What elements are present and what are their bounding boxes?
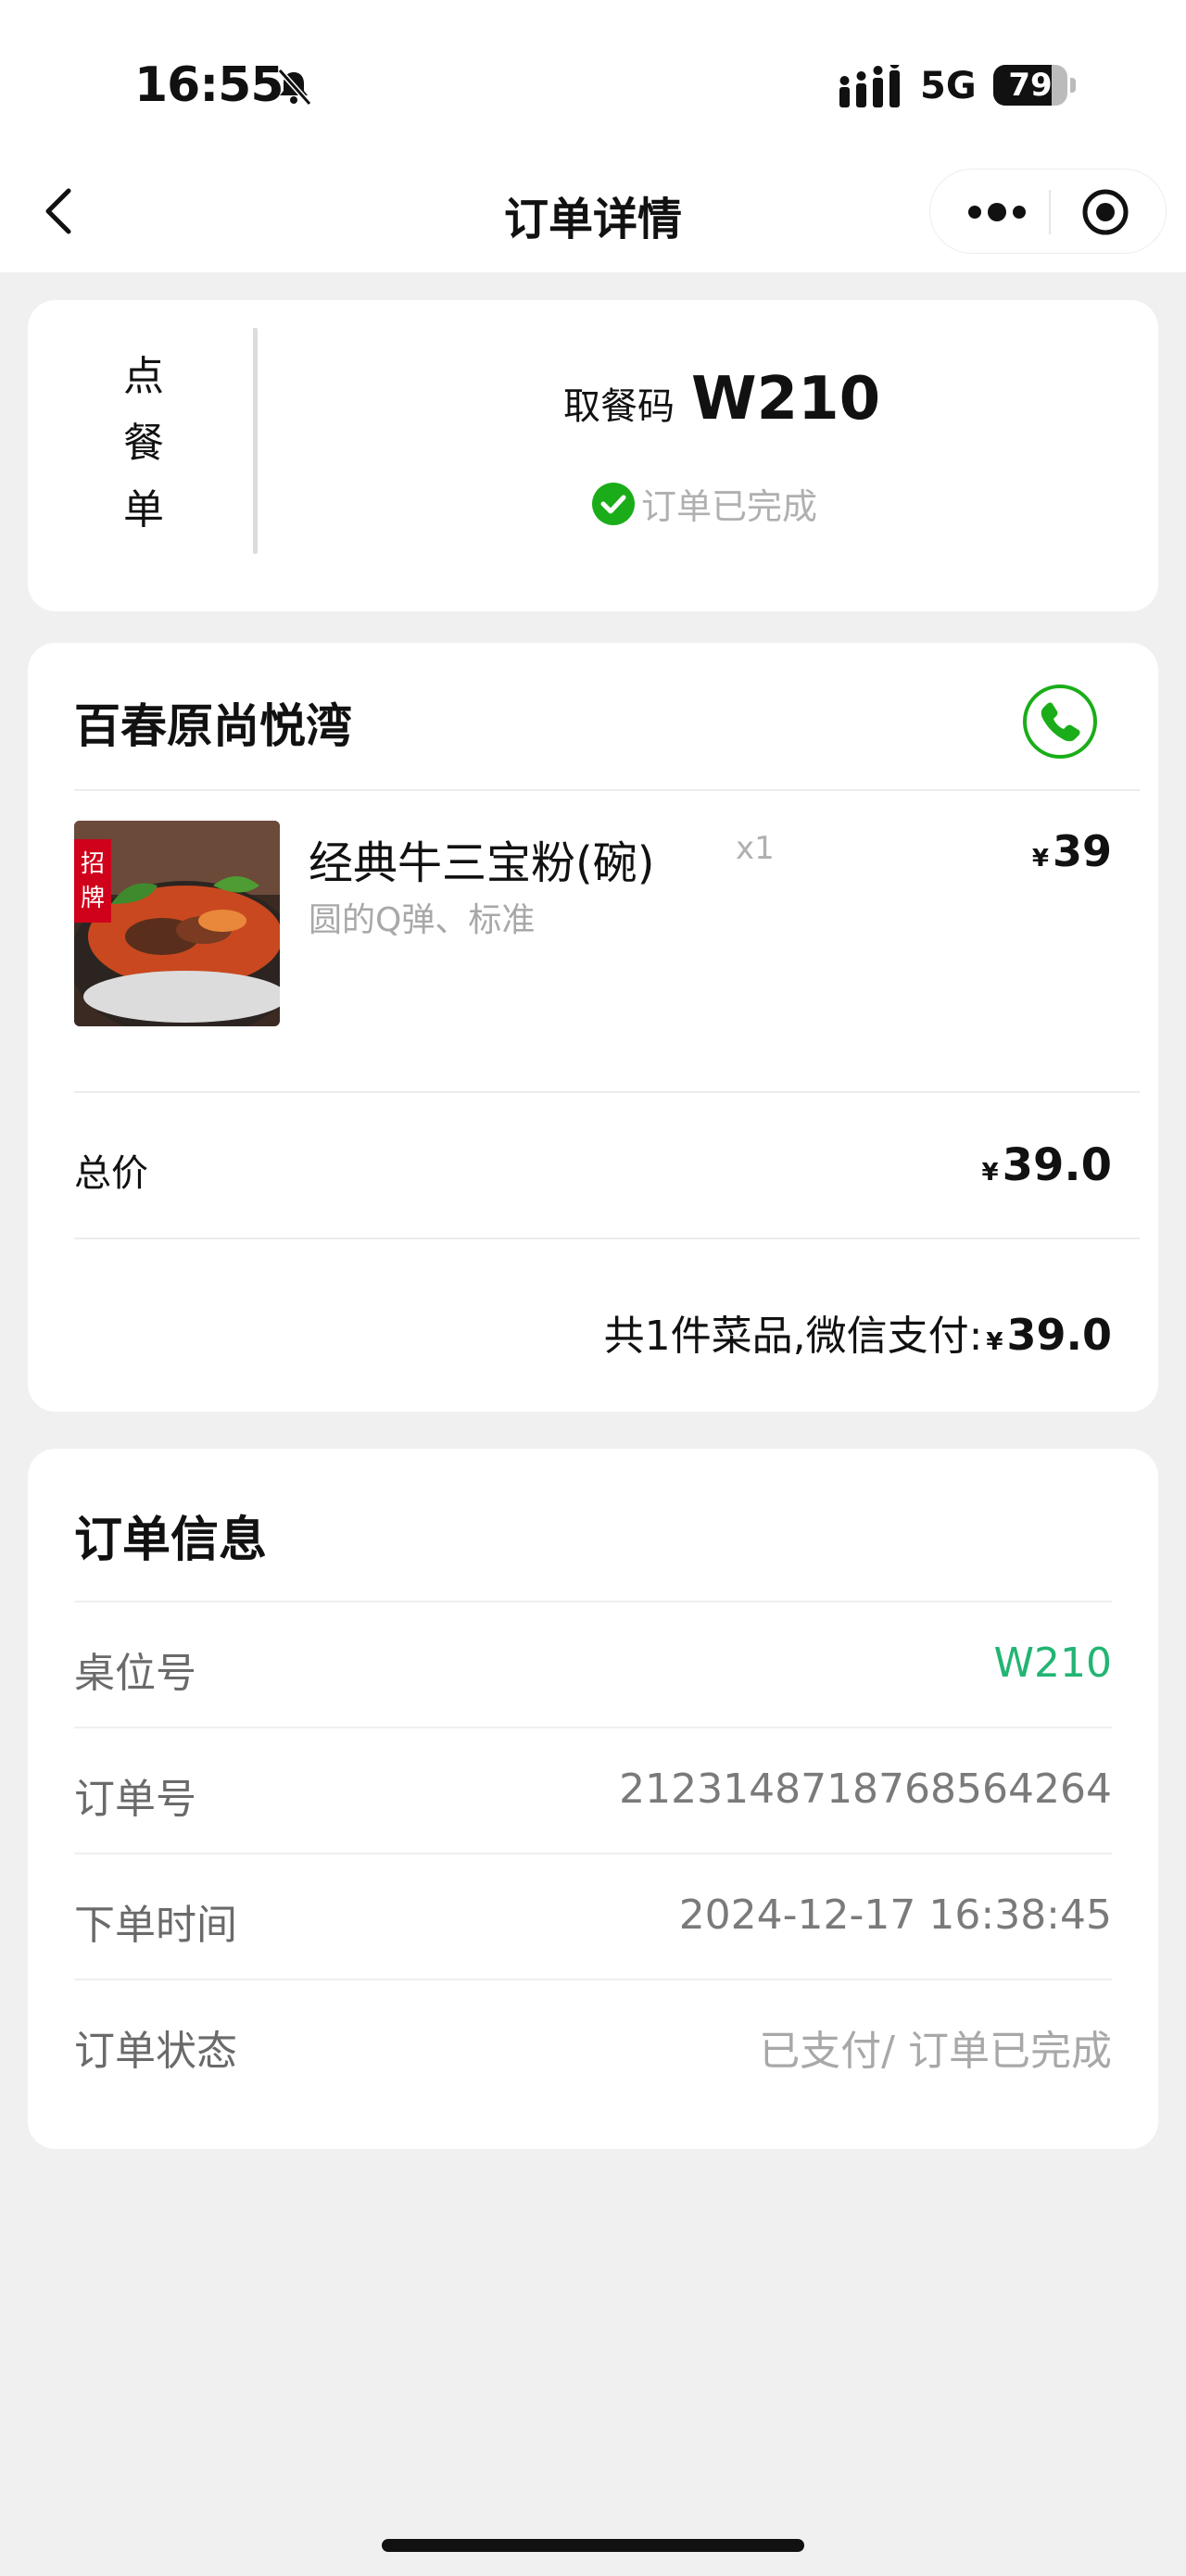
dish-badge-char: 牌 <box>81 885 105 912</box>
info-row-order-number: 订单号 2123148718768564264 <box>74 1727 1112 1853</box>
info-value: W210 <box>993 1640 1113 1687</box>
pickup-code-value: W210 <box>691 365 881 434</box>
network-label: 5G <box>920 65 977 107</box>
shop-card: 百春原尚悦湾 招 牌 经典牛三宝粉(碗) x1 圆的Q弹、标准 ¥ 39 总价 … <box>28 643 1158 1412</box>
dish-price: ¥ 39 <box>1032 826 1112 876</box>
info-label: 下单时间 <box>74 1902 237 1949</box>
bell-mute-icon <box>277 69 312 106</box>
currency-symbol: ¥ <box>981 1159 999 1187</box>
page-title: 订单详情 <box>503 194 682 245</box>
battery-icon: 79 <box>993 65 1077 106</box>
check-circle-icon <box>592 482 635 525</box>
payment-summary: 共1件菜品,微信支付: ¥ 39.0 <box>604 1302 1112 1362</box>
currency-symbol: ¥ <box>1031 845 1049 873</box>
info-value: 已支付/ 订单已完成 <box>759 2028 1112 2075</box>
info-row-order-status: 订单状态 已支付/ 订单已完成 <box>74 1979 1112 2105</box>
order-status: 订单已完成 <box>591 478 817 529</box>
dish-spec: 圆的Q弹、标准 <box>309 901 536 939</box>
signal-icon <box>839 65 900 107</box>
home-indicator[interactable] <box>382 2539 804 2552</box>
info-label: 订单状态 <box>74 2028 237 2075</box>
dish-image: 招 牌 <box>74 821 280 1026</box>
info-row-order-time: 下单时间 2024-12-17 16:38:45 <box>74 1853 1112 1979</box>
info-value[interactable]: 2123148718768564264 <box>619 1766 1112 1813</box>
order-type-char: 餐 <box>123 420 164 467</box>
order-type-label: 点 餐 单 <box>116 344 171 544</box>
order-info-title: 订单信息 <box>74 1513 268 1568</box>
order-status-text: 订单已完成 <box>641 486 818 527</box>
more-dots-icon[interactable] <box>960 194 1034 231</box>
phone-icon[interactable] <box>1022 684 1098 760</box>
status-time: 16:55 <box>134 57 284 113</box>
info-row-table: 桌位号 W210 <box>74 1601 1112 1727</box>
payment-summary-text: 共1件菜品,微信支付: <box>603 1313 983 1360</box>
back-chevron-icon[interactable] <box>37 182 83 241</box>
mini-program-capsule <box>929 169 1167 254</box>
pickup-card: 点 餐 单 取餐码 W210 订单已完成 <box>28 300 1158 611</box>
order-type-char: 点 <box>123 353 164 400</box>
order-info-card: 订单信息 桌位号 W210 订单号 2123148718768564264 下单… <box>28 1449 1158 2149</box>
pickup-code: 取餐码 W210 <box>563 365 880 434</box>
dish-price-value: 39 <box>1052 826 1112 876</box>
target-icon[interactable] <box>1081 188 1129 236</box>
header: 16:55 5G 79 订单详情 <box>0 0 1186 272</box>
info-value: 2024-12-17 16:38:45 <box>678 1891 1112 1939</box>
pickup-code-label: 取餐码 <box>563 385 675 428</box>
divider <box>74 1091 1140 1093</box>
total-price: ¥ 39.0 <box>981 1139 1112 1191</box>
battery-level: 79 <box>1008 67 1053 104</box>
info-label: 订单号 <box>74 1776 196 1823</box>
total-price-value: 39.0 <box>1002 1139 1112 1191</box>
order-type-char: 单 <box>123 486 164 534</box>
divider <box>74 789 1140 791</box>
payment-amount: 39.0 <box>1006 1310 1113 1360</box>
dish-quantity: x1 <box>736 830 775 867</box>
total-label: 总价 <box>74 1152 148 1195</box>
divider <box>74 1238 1140 1239</box>
divider <box>253 328 258 554</box>
dish-name: 经典牛三宝粉(碗) <box>309 837 655 889</box>
info-label: 桌位号 <box>74 1650 196 1697</box>
currency-symbol: ¥ <box>986 1328 1003 1356</box>
shop-name: 百春原尚悦湾 <box>74 699 352 753</box>
dish-badge-char: 招 <box>81 850 105 878</box>
